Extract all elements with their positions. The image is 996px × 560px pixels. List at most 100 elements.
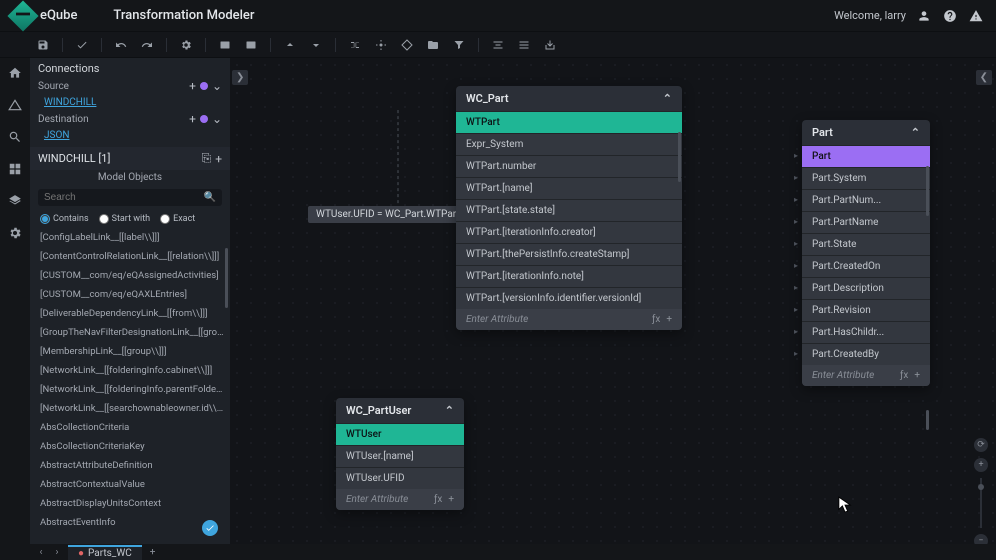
node-wc-partuser-footer[interactable]: Enter Attribute ƒx+ [336, 489, 464, 510]
node-row[interactable]: WTUser.[name] [336, 445, 464, 467]
source-chevron-icon[interactable]: ⌄ [212, 79, 222, 93]
filter-startwith[interactable]: Start with [99, 214, 150, 224]
node-part-header[interactable]: Part ⌃ [802, 120, 930, 145]
tab-prev-icon[interactable]: ‹ [34, 547, 48, 558]
node-row[interactable]: ▸Part.Revision [802, 299, 930, 321]
node-scrollbar[interactable] [678, 132, 681, 182]
zoom-out-icon[interactable]: − [974, 534, 988, 544]
node-row[interactable]: ▸Part.System [802, 167, 930, 189]
list-item[interactable]: [CUSTOM__com/eq/eQAXLEntries] [38, 285, 226, 304]
save-icon[interactable] [32, 35, 54, 55]
fx-icon[interactable]: ƒx [434, 494, 442, 505]
tree-add-icon[interactable]: + [215, 152, 222, 166]
dest-add-icon[interactable]: + [189, 112, 196, 126]
search-input[interactable] [44, 192, 204, 203]
chevron-up-icon[interactable]: ⌃ [663, 92, 672, 105]
node-row[interactable]: ▸Part.CreatedBy [802, 343, 930, 365]
list-item[interactable]: [DeliverableDependencyLink__[[from\\]]] [38, 304, 226, 323]
node-row[interactable]: ▸Part.HasChildr... [802, 321, 930, 343]
node-row[interactable]: ▸Part.Description [802, 277, 930, 299]
dest-chevron-icon[interactable]: ⌄ [212, 112, 222, 126]
list-item[interactable]: [NetworkLink__[[searchownableowner.id\\]… [38, 399, 226, 418]
collapse-down-icon[interactable] [305, 35, 327, 55]
list-item[interactable]: AbsCollectionCriteriaKey [38, 437, 226, 456]
node-wc-part-footer[interactable]: Enter Attribute ƒx+ [456, 309, 682, 330]
list-item[interactable]: AbstractDisplayUnitsContext [38, 494, 226, 513]
source-link[interactable]: WINDCHILL [30, 95, 230, 110]
zoom-in-icon[interactable]: + [974, 458, 988, 472]
search-icon[interactable] [6, 128, 24, 146]
node-row[interactable]: WTPart.[versionInfo.identifier.versionId… [456, 287, 682, 309]
layers-icon[interactable] [6, 192, 24, 210]
panel1-icon[interactable] [214, 35, 236, 55]
alert-icon[interactable] [968, 8, 984, 24]
tree-copy-icon[interactable]: ⎘ [202, 151, 212, 166]
tab-add-icon[interactable]: + [142, 547, 164, 558]
node-row[interactable]: WTUser [336, 423, 464, 445]
node-row[interactable]: WTUser.UFID [336, 467, 464, 489]
sidebar-scrollbar[interactable] [225, 248, 228, 308]
node-row[interactable]: Expr_System [456, 133, 682, 155]
filter-icon[interactable] [448, 35, 470, 55]
collapse-up-icon[interactable] [279, 35, 301, 55]
node-part[interactable]: Part ⌃ ▸Part▸Part.System▸Part.PartNum...… [802, 120, 930, 386]
list-item[interactable]: [NetworkLink__[[folderingInfo.cabinet\\]… [38, 361, 226, 380]
list-item[interactable]: [NetworkLink__[[folderingInfo.parentFold… [38, 380, 226, 399]
undo-icon[interactable] [110, 35, 132, 55]
refresh-icon[interactable]: ⟳ [974, 438, 988, 452]
list-item[interactable]: AbstractAttributeDefinition [38, 456, 226, 475]
panel2-icon[interactable] [240, 35, 262, 55]
list-item[interactable]: [GroupTheNavFilterDesignationLink__[[gro… [38, 323, 226, 342]
canvas-handle-right[interactable]: ❮ [976, 70, 992, 85]
align-icon[interactable] [487, 35, 509, 55]
fx-icon[interactable]: ƒx [652, 314, 660, 325]
node-wc-partuser[interactable]: WC_PartUser ⌃ WTUserWTUser.[name]WTUser.… [336, 398, 464, 510]
node-scrollbar-bottom[interactable] [926, 410, 929, 430]
node-row[interactable]: WTPart.number [456, 155, 682, 177]
canvas-handle-left[interactable]: ❯ [232, 70, 248, 85]
user-icon[interactable] [916, 8, 932, 24]
destination-link[interactable]: JSON [30, 128, 230, 143]
grid-icon[interactable] [6, 160, 24, 178]
tree-title-row[interactable]: WINDCHILL [1] ⎘ + [30, 147, 230, 170]
tab-parts-wc[interactable]: ● Parts_WC [68, 545, 142, 560]
gear-icon[interactable] [175, 35, 197, 55]
triangle-icon[interactable] [6, 96, 24, 114]
node-wc-part[interactable]: WC_Part ⌃ WTPartExpr_SystemWTPart.number… [456, 86, 682, 330]
sidebar-search[interactable]: 🔍 [38, 189, 222, 206]
node-wc-partuser-header[interactable]: WC_PartUser ⌃ [336, 398, 464, 423]
fx-icon[interactable]: ƒx [900, 370, 908, 381]
list-icon[interactable] [513, 35, 535, 55]
list-item[interactable]: AbstractContextualValue [38, 475, 226, 494]
link-icon[interactable] [344, 35, 366, 55]
add-attr-icon[interactable]: + [914, 370, 920, 381]
settings-rail-icon[interactable] [6, 224, 24, 242]
node-row[interactable]: ▸Part.State [802, 233, 930, 255]
model-object-list[interactable]: [ConfigLabelLink__[[label\\]]][ContentCo… [30, 228, 230, 544]
node-row[interactable]: ▸Part.PartName [802, 211, 930, 233]
node-wc-part-header[interactable]: WC_Part ⌃ [456, 86, 682, 111]
add-attr-icon[interactable]: + [666, 314, 672, 325]
canvas[interactable]: ❯ ❮ WTUser.UFID = WC_Part.WTPart.[iterat… [230, 58, 996, 544]
chevron-up-icon[interactable]: ⌃ [911, 126, 920, 139]
list-item[interactable]: AbstractEventInfo [38, 513, 226, 532]
chevron-up-icon[interactable]: ⌃ [445, 404, 454, 417]
target-icon[interactable] [370, 35, 392, 55]
tab-next-icon[interactable]: › [50, 547, 64, 558]
export-icon[interactable] [539, 35, 561, 55]
node-row[interactable]: WTPart [456, 111, 682, 133]
node-row[interactable]: WTPart.[iterationInfo.creator] [456, 221, 682, 243]
node-row[interactable]: ▸Part.PartNum... [802, 189, 930, 211]
node-row[interactable]: WTPart.[iterationInfo.note] [456, 265, 682, 287]
list-item[interactable]: [MembershipLink__[[group\\]]] [38, 342, 226, 361]
node-row[interactable]: WTPart.[name] [456, 177, 682, 199]
node-row[interactable]: ▸Part.CreatedOn [802, 255, 930, 277]
check-icon[interactable] [71, 35, 93, 55]
list-item[interactable]: [ConfigLabelLink__[[label\\]]] [38, 228, 226, 247]
diamond-icon[interactable] [396, 35, 418, 55]
redo-icon[interactable] [136, 35, 158, 55]
list-item[interactable]: AbsCollectionCriteria [38, 418, 226, 437]
search-go-icon[interactable]: 🔍 [204, 192, 216, 203]
node-part-footer[interactable]: Enter Attribute ƒx+ [802, 365, 930, 386]
source-add-icon[interactable]: + [189, 79, 196, 93]
